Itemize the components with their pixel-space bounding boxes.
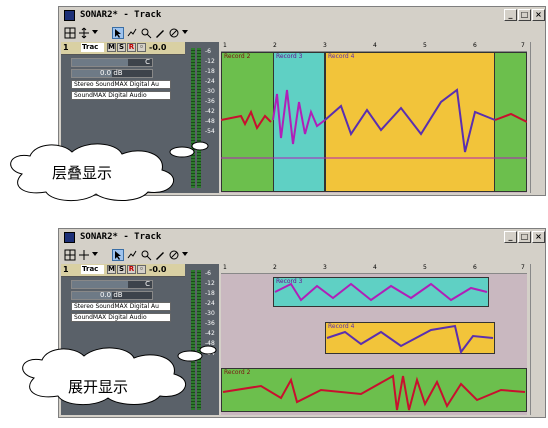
track-number: 1: [63, 43, 69, 52]
mute-button[interactable]: M: [107, 43, 116, 52]
close-button[interactable]: ×: [532, 231, 545, 243]
input-select[interactable]: Stereo SoundMAX Digital Au: [71, 302, 171, 311]
track-name-field[interactable]: Trac: [81, 265, 104, 274]
toolbar: [60, 25, 544, 41]
scale-tick: -42: [205, 108, 215, 115]
scale-tick: -48: [205, 118, 215, 125]
window-title: SONAR2* - Track: [80, 10, 162, 20]
output-select[interactable]: SoundMAX Digital Audio: [71, 313, 171, 322]
app-icon: [64, 232, 75, 243]
vertical-scrollbar[interactable]: [530, 264, 543, 415]
pan-readout: 0.0 dB: [100, 291, 123, 299]
minimize-button[interactable]: _: [504, 231, 517, 243]
waveforms: [221, 88, 527, 159]
scale-tick: -6: [205, 48, 211, 55]
app-icon: [64, 10, 75, 21]
scale-tick: -12: [205, 280, 215, 287]
scale-tick: -18: [205, 290, 215, 297]
input-monitor-icon[interactable]: ◦: [137, 43, 146, 52]
input-select[interactable]: Stereo SoundMAX Digital Au: [71, 80, 171, 89]
clips-pane[interactable]: 1 2 3 4 5 6 7 Record 2 Record 3 Record 4: [221, 42, 527, 193]
select-tool-icon[interactable]: [112, 27, 124, 39]
scrub-tool-icon[interactable]: [140, 27, 152, 39]
scale-tick: -12: [205, 58, 215, 65]
pan-center-label: C: [145, 280, 150, 288]
erase-tool-icon[interactable]: [168, 249, 180, 261]
chevron-down-icon[interactable]: [92, 252, 98, 256]
waveforms: [222, 282, 526, 411]
draw-tool-icon[interactable]: [154, 27, 166, 39]
scrub-tool-icon[interactable]: [140, 249, 152, 261]
grid-icon[interactable]: [64, 27, 76, 39]
scale-tick: -24: [205, 78, 215, 85]
track-header[interactable]: 1 Trac M S R ◦ -0.0: [61, 264, 185, 277]
mute-button[interactable]: M: [107, 265, 116, 274]
chevron-down-icon[interactable]: [92, 30, 98, 34]
maximize-button[interactable]: □: [518, 9, 531, 21]
erase-tool-icon[interactable]: [168, 27, 180, 39]
volume-slider[interactable]: C: [71, 58, 153, 67]
minimize-button[interactable]: _: [504, 9, 517, 21]
callout-label-expanded: 展开显示: [68, 378, 129, 396]
scale-tick: -30: [205, 88, 215, 95]
track-header[interactable]: 1 Trac M S R ◦ -0.0: [61, 42, 185, 55]
vertical-scrollbar[interactable]: [530, 42, 543, 193]
maximize-button[interactable]: □: [518, 231, 531, 243]
zoom-tool-icon[interactable]: [126, 249, 138, 261]
chevron-down-icon[interactable]: [182, 252, 188, 256]
scale-tick: -36: [205, 98, 215, 105]
pan-slider[interactable]: 0.0 dB: [71, 291, 153, 300]
window-title: SONAR2* - Track: [80, 232, 162, 242]
track-name-field[interactable]: Trac: [81, 43, 104, 52]
solo-button[interactable]: S: [117, 43, 126, 52]
scale-tick: -30: [205, 310, 215, 317]
toolbar: [60, 247, 544, 263]
zoom-tool-icon[interactable]: [126, 27, 138, 39]
grid-icon[interactable]: [64, 249, 76, 261]
track-volume-readout: -0.0: [149, 43, 167, 52]
volume-slider[interactable]: C: [71, 280, 153, 289]
output-select[interactable]: SoundMAX Digital Audio: [71, 91, 171, 100]
close-button[interactable]: ×: [532, 9, 545, 21]
draw-tool-icon[interactable]: [154, 249, 166, 261]
select-tool-icon[interactable]: [112, 249, 124, 261]
clips-pane[interactable]: 1 2 3 4 5 6 7 Record 3 Record 4 Record 2: [221, 264, 527, 415]
chevron-down-icon[interactable]: [182, 30, 188, 34]
callout-label-layered: 层叠显示: [52, 164, 113, 182]
pan-slider[interactable]: 0.0 dB: [71, 69, 153, 78]
scale-tick: -36: [205, 320, 215, 327]
solo-button[interactable]: S: [117, 265, 126, 274]
scale-tick: -18: [205, 68, 215, 75]
record-arm-button[interactable]: R: [127, 265, 136, 274]
track-volume-readout: -0.0: [149, 265, 167, 274]
title-bar[interactable]: SONAR2* - Track _ □ ×: [60, 8, 545, 24]
move-icon[interactable]: [78, 27, 90, 39]
scale-tick: -54: [205, 128, 215, 135]
move-icon[interactable]: [78, 249, 90, 261]
track-number: 1: [63, 265, 69, 274]
scale-tick: -24: [205, 300, 215, 307]
title-bar[interactable]: SONAR2* - Track _ □ ×: [60, 230, 545, 246]
record-arm-button[interactable]: R: [127, 43, 136, 52]
input-monitor-icon[interactable]: ◦: [137, 265, 146, 274]
pan-readout: 0.0 dB: [100, 69, 123, 77]
scale-tick: -6: [205, 270, 211, 277]
scale-tick: -42: [205, 330, 215, 337]
pan-center-label: C: [145, 58, 150, 66]
